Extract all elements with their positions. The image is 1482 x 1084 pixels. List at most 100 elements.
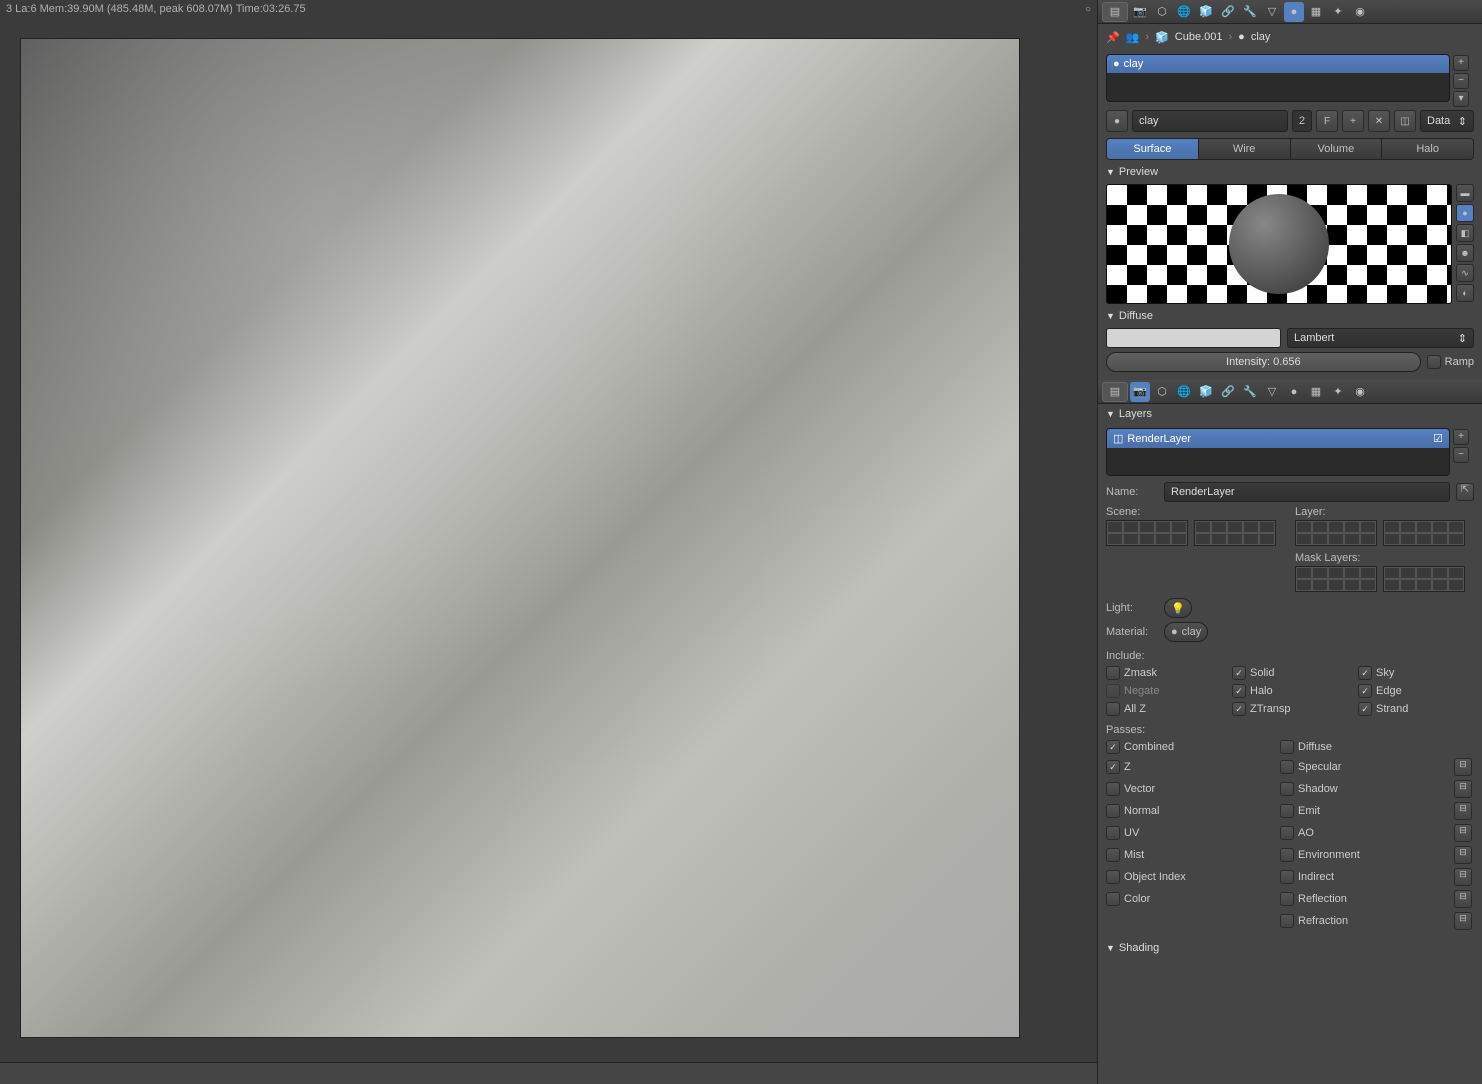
physics-tab-icon[interactable]: ◉ [1350, 382, 1370, 402]
environment-checkbox[interactable]: Environment [1280, 848, 1444, 862]
color-checkbox[interactable]: Color [1106, 892, 1270, 906]
solid-checkbox[interactable]: Solid [1232, 666, 1348, 680]
intensity-slider[interactable]: Intensity: 0.656 [1106, 352, 1421, 372]
strand-checkbox[interactable]: Strand [1358, 702, 1474, 716]
slot-menu-button[interactable]: ▾ [1453, 91, 1469, 107]
z-checkbox[interactable]: Z [1106, 760, 1270, 774]
light-override-field[interactable]: 💡 [1164, 598, 1192, 618]
preview-cube-icon[interactable]: ◧ [1456, 224, 1474, 242]
fake-user-button[interactable]: F [1316, 110, 1338, 132]
world-tab-icon[interactable]: 🌐 [1174, 382, 1194, 402]
mask-layer-grid[interactable] [1295, 566, 1474, 592]
objectdata-tab-icon[interactable]: ▽ [1262, 2, 1282, 22]
object-tab-icon[interactable]: 🧊 [1196, 382, 1216, 402]
add-layer-button[interactable]: + [1453, 429, 1469, 445]
indirect-checkbox[interactable]: Indirect [1280, 870, 1444, 884]
uv-checkbox[interactable]: UV [1106, 826, 1270, 840]
layer-grid[interactable] [1295, 520, 1474, 546]
render-layer-list[interactable]: ◫ RenderLayer ☑ + − [1106, 428, 1450, 476]
tab-surface[interactable]: Surface [1107, 139, 1199, 159]
combined-checkbox[interactable]: Combined [1106, 740, 1270, 754]
tab-wire[interactable]: Wire [1199, 139, 1291, 159]
sky-checkbox[interactable]: Sky [1358, 666, 1474, 680]
render-area[interactable] [0, 18, 1097, 1062]
material-tab-icon[interactable]: ● [1284, 382, 1304, 402]
checkbox-on-icon[interactable]: ☑ [1433, 432, 1443, 445]
close-icon[interactable]: ○ [1085, 4, 1091, 15]
layers-panel-header[interactable]: Layers [1098, 404, 1482, 424]
exclude-environment-button[interactable]: ⊟ [1454, 846, 1472, 864]
exclude-indirect-button[interactable]: ⊟ [1454, 868, 1472, 886]
scene-tab-icon[interactable]: ⬡ [1152, 2, 1172, 22]
material-override-field[interactable]: ●clay [1164, 622, 1208, 642]
breadcrumb-object[interactable]: Cube.001 [1175, 31, 1223, 43]
preview-monkey-icon[interactable]: ☻ [1456, 244, 1474, 262]
world-tab-icon[interactable]: 🌐 [1174, 2, 1194, 22]
diffuse-color-swatch[interactable] [1106, 328, 1281, 348]
preview-skysphere-icon[interactable]: ◐ [1456, 284, 1474, 302]
shading-panel-header[interactable]: Shading [1098, 938, 1482, 958]
exclude-shadow-button[interactable]: ⊟ [1454, 780, 1472, 798]
particles-tab-icon[interactable]: ✦ [1328, 382, 1348, 402]
exclude-reflection-button[interactable]: ⊟ [1454, 890, 1472, 908]
constraints-tab-icon[interactable]: 🔗 [1218, 382, 1238, 402]
allz-checkbox[interactable]: All Z [1106, 702, 1222, 716]
normal-checkbox[interactable]: Normal [1106, 804, 1270, 818]
halo-checkbox[interactable]: Halo [1232, 684, 1348, 698]
preview-flat-icon[interactable]: ▬ [1456, 184, 1474, 202]
ao-checkbox[interactable]: AO [1280, 826, 1444, 840]
emit-checkbox[interactable]: Emit [1280, 804, 1444, 818]
material-users[interactable]: 2 [1292, 110, 1312, 132]
editor-type-icon[interactable]: ▤ [1102, 2, 1128, 22]
exclude-ao-button[interactable]: ⊟ [1454, 824, 1472, 842]
objectindex-checkbox[interactable]: Object Index [1106, 870, 1270, 884]
shadow-checkbox[interactable]: Shadow [1280, 782, 1444, 796]
material-name-field[interactable] [1132, 110, 1288, 132]
exclude-emit-button[interactable]: ⊟ [1454, 802, 1472, 820]
add-slot-button[interactable]: + [1453, 55, 1469, 71]
texture-tab-icon[interactable]: ▦ [1306, 2, 1326, 22]
material-link-dropdown[interactable]: Data⇕ [1420, 110, 1474, 132]
diffuse-panel-header[interactable]: Diffuse [1098, 306, 1482, 326]
diffuse-checkbox[interactable]: Diffuse [1280, 740, 1444, 754]
modifiers-tab-icon[interactable]: 🔧 [1240, 382, 1260, 402]
single-user-button[interactable]: ⇱ [1456, 483, 1474, 501]
new-material-button[interactable]: + [1342, 110, 1364, 132]
render-tab-icon[interactable]: 📷 [1130, 382, 1150, 402]
exclude-refraction-button[interactable]: ⊟ [1454, 912, 1472, 930]
tab-halo[interactable]: Halo [1382, 139, 1473, 159]
preview-panel-header[interactable]: Preview [1098, 162, 1482, 182]
modifiers-tab-icon[interactable]: 🔧 [1240, 2, 1260, 22]
image-editor-header[interactable] [0, 1062, 1097, 1084]
material-tab-icon[interactable]: ● [1284, 2, 1304, 22]
unlink-material-button[interactable]: ✕ [1368, 110, 1390, 132]
preview-hair-icon[interactable]: ∿ [1456, 264, 1474, 282]
material-slot-selected[interactable]: ● clay [1107, 55, 1449, 73]
exclude-specular-button[interactable]: ⊟ [1454, 758, 1472, 776]
edge-checkbox[interactable]: Edge [1358, 684, 1474, 698]
constraints-tab-icon[interactable]: 🔗 [1218, 2, 1238, 22]
object-icon[interactable]: 👥 [1126, 31, 1140, 44]
editor-type-icon[interactable]: ▤ [1102, 382, 1128, 402]
zmask-checkbox[interactable]: Zmask [1106, 666, 1222, 680]
diffuse-model-dropdown[interactable]: Lambert⇕ [1287, 328, 1474, 348]
ztransp-checkbox[interactable]: ZTransp [1232, 702, 1348, 716]
breadcrumb-material[interactable]: clay [1251, 31, 1271, 43]
nodes-button[interactable]: ◫ [1394, 110, 1416, 132]
scene-layer-grid[interactable] [1106, 520, 1285, 546]
scene-tab-icon[interactable]: ⬡ [1152, 382, 1172, 402]
texture-tab-icon[interactable]: ▦ [1306, 382, 1326, 402]
material-browse-button[interactable]: ● [1106, 110, 1128, 132]
pin-icon[interactable]: 📌 [1106, 31, 1120, 44]
layer-name-field[interactable] [1164, 482, 1450, 502]
mist-checkbox[interactable]: Mist [1106, 848, 1270, 862]
object-tab-icon[interactable]: 🧊 [1196, 2, 1216, 22]
vector-checkbox[interactable]: Vector [1106, 782, 1270, 796]
reflection-checkbox[interactable]: Reflection [1280, 892, 1444, 906]
render-tab-icon[interactable]: 📷 [1130, 2, 1150, 22]
tab-volume[interactable]: Volume [1291, 139, 1383, 159]
render-layer-selected[interactable]: ◫ RenderLayer ☑ [1107, 429, 1449, 448]
remove-layer-button[interactable]: − [1453, 447, 1469, 463]
particles-tab-icon[interactable]: ✦ [1328, 2, 1348, 22]
remove-slot-button[interactable]: − [1453, 73, 1469, 89]
